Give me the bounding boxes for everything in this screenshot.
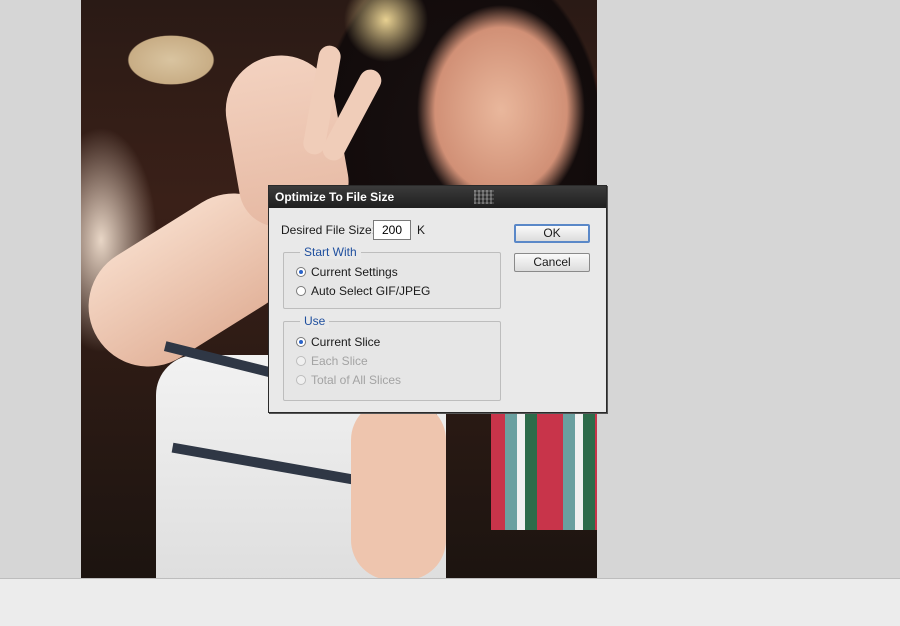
- radio-unselected-icon[interactable]: [296, 286, 306, 296]
- status-bar: [0, 578, 900, 626]
- drag-grip-icon[interactable]: [474, 190, 494, 204]
- radio-selected-icon[interactable]: [296, 267, 306, 277]
- photo-shoulder: [351, 400, 446, 578]
- radio-label: Auto Select GIF/JPEG: [311, 284, 431, 298]
- radio-current-slice[interactable]: Current Slice: [296, 335, 380, 349]
- radio-total-slices: Total of All Slices: [296, 373, 401, 387]
- start-with-title: Start With: [300, 245, 361, 259]
- photo-striped-shirt: [491, 410, 597, 530]
- ok-button[interactable]: OK: [514, 224, 590, 243]
- dialog-titlebar[interactable]: Optimize To File Size: [269, 186, 606, 208]
- use-group: Use Current Slice Each Slice Total of Al…: [283, 314, 501, 401]
- radio-disabled-icon: [296, 356, 306, 366]
- radio-auto-select[interactable]: Auto Select GIF/JPEG: [296, 284, 430, 298]
- dialog-title: Optimize To File Size: [275, 190, 395, 204]
- radio-each-slice: Each Slice: [296, 354, 368, 368]
- size-unit-label: K: [417, 223, 426, 237]
- radio-label: Current Settings: [311, 265, 398, 279]
- radio-disabled-icon: [296, 375, 306, 385]
- optimize-dialog: Optimize To File Size Desired File Size:…: [268, 185, 607, 413]
- radio-label: Current Slice: [311, 335, 381, 349]
- desired-size-input[interactable]: [373, 220, 411, 240]
- desired-size-label: Desired File Size:: [281, 223, 376, 237]
- start-with-group: Start With Current Settings Auto Select …: [283, 245, 501, 309]
- radio-selected-icon[interactable]: [296, 337, 306, 347]
- radio-label: Total of All Slices: [311, 373, 402, 387]
- cancel-button[interactable]: Cancel: [514, 253, 590, 272]
- radio-current-settings[interactable]: Current Settings: [296, 265, 398, 279]
- use-title: Use: [300, 314, 330, 328]
- radio-label: Each Slice: [311, 354, 368, 368]
